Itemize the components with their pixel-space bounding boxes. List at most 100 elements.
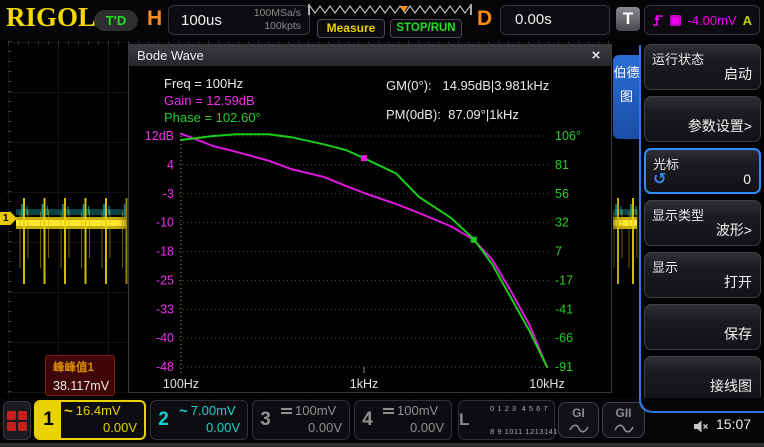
svg-text:-10: -10 — [156, 216, 174, 230]
logic-label: L — [459, 410, 469, 430]
svg-text:7: 7 — [555, 245, 562, 259]
trigger-level-value: -4.00mV — [687, 13, 737, 28]
menu-item-value: 参数设置> — [688, 116, 752, 136]
clock: 15:07 — [716, 416, 751, 432]
channel-number: 4 — [355, 401, 380, 439]
delay-value-box[interactable]: 0.00s — [500, 5, 610, 35]
measurement-value: 38.117mV — [53, 379, 114, 393]
channel-scale: 16.4mV — [76, 403, 121, 420]
bode-plot: 12dB 106° 4 81 -3 56 -10 32 -18 7 -25 -17 -33 -41 -40 -… — [129, 45, 613, 394]
logic-channel-numbers: 0 1 2 3 4 5 6 7 8 9 1011 12131415 — [469, 392, 562, 447]
sine-icon — [614, 424, 634, 433]
channel-status-row: 1~16.4mV0.00V2~7.00mV0.00V3100mV0.00V410… — [34, 400, 452, 440]
channel-offset: 0.00V — [64, 420, 137, 437]
top-bar: RIGOL T'D H 100us 100MSa/s 100kpts Measu… — [0, 0, 764, 40]
svg-text:12dB: 12dB — [145, 129, 174, 143]
channel-1-box[interactable]: 1~16.4mV0.00V — [34, 400, 146, 440]
sample-rate: 100MSa/s — [254, 7, 301, 20]
channel-4-box[interactable]: 4 100mV0.00V — [354, 400, 452, 440]
menu-item-label: 运行状态 — [652, 49, 704, 68]
tab-bode[interactable]: 伯德图 — [613, 55, 640, 139]
channel-number: 1 — [36, 402, 61, 438]
bottom-edge — [0, 443, 764, 447]
bottom-bar: 1~16.4mV0.00V2~7.00mV0.00V3100mV0.00V410… — [0, 398, 764, 447]
ac-coupling-icon: ~ — [64, 407, 73, 417]
measurement-box: 峰峰值1 38.117mV — [45, 355, 115, 396]
trigger-mode: A — [743, 13, 752, 28]
dc-coupling-icon — [383, 408, 394, 416]
oscilloscope-screen: RIGOL T'D H 100us 100MSa/s 100kpts Measu… — [0, 0, 764, 447]
measurement-label: 峰峰值1 — [53, 359, 114, 375]
channel-3-box[interactable]: 3 100mV0.00V — [252, 400, 350, 440]
svg-text:-66: -66 — [555, 331, 573, 345]
svg-text:106°: 106° — [555, 129, 581, 143]
svg-text:-48: -48 — [156, 360, 174, 374]
svg-text:-3: -3 — [163, 187, 174, 201]
channel-number: 3 — [253, 401, 278, 439]
channel-2-box[interactable]: 2~7.00mV0.00V — [150, 400, 248, 440]
svg-text:32: 32 — [555, 216, 569, 230]
trigger-slope-icon — [652, 12, 664, 28]
trigger-label: T — [616, 7, 640, 31]
menu-item-wiring-diagram[interactable]: 接线图 — [644, 356, 761, 402]
svg-text:100Hz: 100Hz — [163, 377, 199, 391]
timebase-box[interactable]: 100us 100MSa/s 100kpts — [168, 5, 310, 35]
svg-text:4: 4 — [167, 158, 174, 172]
svg-text:10kHz: 10kHz — [529, 377, 564, 391]
menu-item-run-state[interactable]: 运行状态启动 — [644, 44, 761, 90]
delay-label: D — [477, 7, 492, 31]
horizontal-label: H — [147, 7, 162, 31]
softkey-menu: 运行状态启动参数设置>光标↺0显示类型波形>显示打开保存接线图 — [644, 44, 761, 408]
menu-item-value: 波形> — [716, 220, 752, 240]
sine-icon — [569, 424, 589, 433]
channel-number: 2 — [151, 401, 176, 439]
generator-1-box[interactable]: GI — [558, 402, 599, 438]
channel-scale: 7.00mV — [191, 403, 236, 420]
menu-item-value: 打开 — [724, 272, 752, 292]
memory-depth: 100kpts — [254, 20, 301, 33]
rigol-logo: RIGOL — [6, 2, 96, 33]
channel-offset: 0.00V — [281, 420, 342, 437]
svg-text:-25: -25 — [156, 273, 174, 287]
trigger-position-indicator[interactable] — [308, 2, 472, 18]
dc-coupling-icon — [281, 408, 292, 416]
svg-text:-40: -40 — [156, 331, 174, 345]
menu-item-param-setup[interactable]: 参数设置> — [644, 96, 761, 142]
menu-item-value: 启动 — [724, 64, 752, 84]
svg-text:56: 56 — [555, 187, 569, 201]
menu-item-value: 0 — [743, 171, 751, 187]
stop-run-button[interactable]: STOP/RUN — [390, 19, 462, 38]
svg-text:-91: -91 — [555, 360, 573, 374]
bode-wave-dialog: Bode Wave × Freq = 100Hz Gain = 12.59dB … — [128, 44, 612, 393]
menu-icon[interactable] — [3, 401, 31, 440]
speaker-muted-icon[interactable] — [694, 420, 709, 433]
menu-item-save[interactable]: 保存 — [644, 304, 761, 350]
menu-item-cursor[interactable]: 光标↺0 — [644, 148, 761, 194]
svg-text:-18: -18 — [156, 245, 174, 259]
ac-coupling-icon: ~ — [179, 407, 188, 417]
generator-2-box[interactable]: GII — [602, 402, 645, 438]
menu-item-label: 显示类型 — [652, 205, 704, 224]
menu-item-value: 保存 — [724, 324, 752, 344]
menu-item-display[interactable]: 显示打开 — [644, 252, 761, 298]
acquisition-info: 100MSa/s 100kpts — [254, 7, 309, 33]
timebase-value: 100us — [169, 12, 254, 29]
measure-button[interactable]: Measure — [317, 19, 385, 38]
channel-scale: 100mV — [295, 403, 336, 420]
menu-item-value: 接线图 — [710, 376, 752, 396]
svg-text:-41: -41 — [555, 302, 573, 316]
channel-offset: 0.00V — [179, 420, 240, 437]
svg-text:-33: -33 — [156, 302, 174, 316]
menu-item-label: 显示 — [652, 257, 678, 276]
svg-text:1kHz: 1kHz — [350, 377, 378, 391]
trigger-settings-box[interactable]: -4.00mV A — [644, 5, 760, 35]
logic-channels-box[interactable]: L 0 1 2 3 4 5 6 7 8 9 1011 12131415 — [458, 400, 555, 440]
svg-text:-17: -17 — [555, 273, 573, 287]
menu-item-display-type[interactable]: 显示类型波形> — [644, 200, 761, 246]
channel-scale: 100mV — [397, 403, 438, 420]
trigger-source-icon — [670, 15, 681, 26]
trigger-status-badge: T'D — [94, 10, 138, 31]
channel-offset: 0.00V — [383, 420, 444, 437]
svg-text:81: 81 — [555, 158, 569, 172]
rotate-knob-icon: ↺ — [653, 169, 666, 189]
